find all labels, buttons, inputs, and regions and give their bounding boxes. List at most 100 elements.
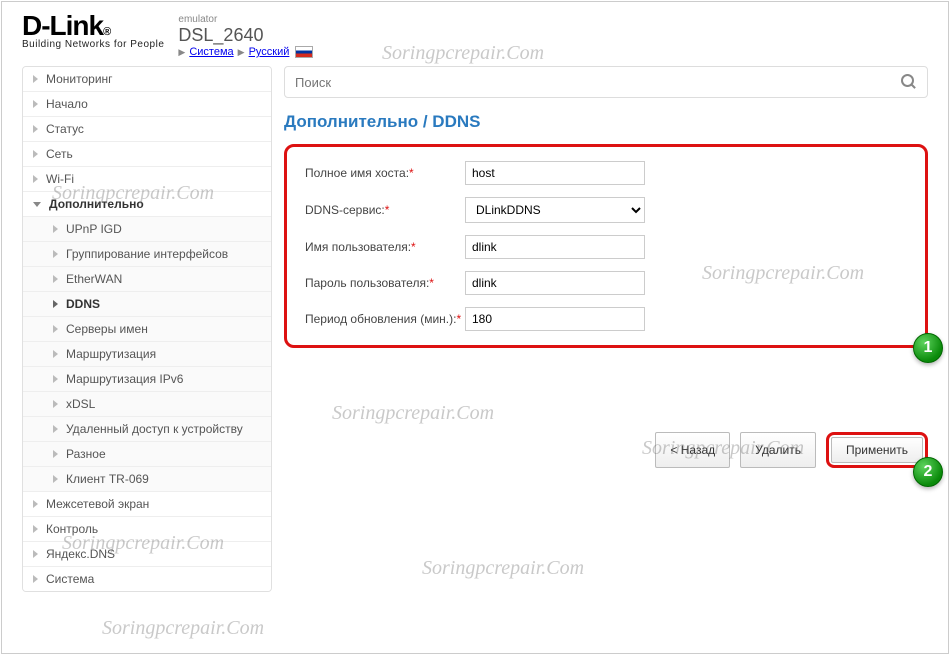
chevron-icon: [33, 75, 38, 83]
sidebar-item-label: Клиент TR-069: [66, 472, 149, 486]
sidebar-subitem[interactable]: Разное: [23, 442, 271, 467]
hostname-label: Полное имя хоста:*: [305, 166, 465, 180]
chevron-icon: [33, 525, 38, 533]
chevron-right-icon: ▶: [178, 47, 185, 58]
delete-button[interactable]: Удалить: [740, 432, 816, 468]
sidebar-item-label: Яндекс.DNS: [46, 547, 115, 561]
password-label: Пароль пользователя:*: [305, 276, 465, 290]
breadcrumb-system[interactable]: Система: [189, 46, 233, 58]
watermark: Soringpcrepair.Com: [102, 617, 264, 640]
sidebar-item-label: Мониторинг: [46, 72, 113, 86]
emulator-label: emulator: [178, 14, 313, 25]
sidebar-item-label: Серверы имен: [66, 322, 148, 336]
chevron-icon: [53, 475, 58, 483]
sidebar-item[interactable]: Сеть: [23, 142, 271, 167]
sidebar-item[interactable]: Контроль: [23, 517, 271, 542]
chevron-icon: [53, 425, 58, 433]
sidebar-item[interactable]: Яндекс.DNS: [23, 542, 271, 567]
apply-button[interactable]: Применить: [831, 437, 923, 463]
search-icon[interactable]: [901, 74, 917, 90]
chevron-icon: [53, 350, 58, 358]
sidebar-item-label: UPnP IGD: [66, 222, 122, 236]
chevron-icon: [33, 500, 38, 508]
chevron-icon: [53, 450, 58, 458]
period-label: Период обновления (мин.):*: [305, 312, 465, 326]
chevron-icon: [53, 300, 58, 308]
page-title: Дополнительно / DDNS: [284, 112, 928, 132]
hostname-input[interactable]: [465, 161, 645, 185]
sidebar-item-label: Удаленный доступ к устройству: [66, 422, 243, 436]
sidebar-item-label: Система: [46, 572, 94, 586]
sidebar-subitem[interactable]: EtherWAN: [23, 267, 271, 292]
sidebar-subitem[interactable]: Клиент TR-069: [23, 467, 271, 492]
nav-menu: Мониторинг Начало Статус Сеть Wi-Fi Дополните…: [22, 66, 272, 592]
sidebar-item-label: Сеть: [46, 147, 73, 161]
sidebar-item-label: Группирование интерфейсов: [66, 247, 228, 261]
breadcrumb: ▶ Система ▶ Русский: [178, 46, 313, 58]
chevron-icon: [33, 150, 38, 158]
search-box[interactable]: [284, 66, 928, 98]
chevron-icon: [33, 202, 41, 207]
sidebar-subitem[interactable]: Маршрутизация IPv6: [23, 367, 271, 392]
chevron-right-icon: ▶: [238, 47, 245, 58]
sidebar-item-label: Wi-Fi: [46, 172, 74, 186]
password-input[interactable]: [465, 271, 645, 295]
sidebar-item-label: Маршрутизация IPv6: [66, 372, 183, 386]
button-bar: < Назад Удалить Применить 2: [284, 432, 928, 468]
sidebar-item[interactable]: Межсетевой экран: [23, 492, 271, 517]
flag-russia-icon: [295, 46, 313, 58]
chevron-icon: [53, 400, 58, 408]
chevron-icon: [33, 175, 38, 183]
sidebar-item-label: Дополнительно: [49, 197, 144, 211]
apply-highlight: Применить 2: [826, 432, 928, 468]
sidebar-subitem[interactable]: DDNS: [23, 292, 271, 317]
back-button[interactable]: < Назад: [655, 432, 730, 468]
chevron-icon: [53, 375, 58, 383]
sidebar-item[interactable]: Начало: [23, 92, 271, 117]
chevron-icon: [33, 125, 38, 133]
sidebar-subitem[interactable]: UPnP IGD: [23, 217, 271, 242]
sidebar-item[interactable]: Дополнительно: [23, 192, 271, 217]
chevron-icon: [53, 325, 58, 333]
username-label: Имя пользователя:*: [305, 240, 465, 254]
sidebar-item[interactable]: Wi-Fi: [23, 167, 271, 192]
chevron-icon: [53, 275, 58, 283]
sidebar-subitem[interactable]: Серверы имен: [23, 317, 271, 342]
sidebar-item-label: Начало: [46, 97, 88, 111]
sidebar-item-label: Статус: [46, 122, 84, 136]
sidebar-item-label: Контроль: [46, 522, 98, 536]
sidebar-subitem[interactable]: xDSL: [23, 392, 271, 417]
logo-brand: D-Link®: [22, 12, 164, 40]
logo-tagline: Building Networks for People: [22, 39, 164, 50]
breadcrumb-language[interactable]: Русский: [249, 46, 290, 58]
sidebar: Мониторинг Начало Статус Сеть Wi-Fi Дополните…: [22, 66, 272, 592]
callout-1: 1: [913, 333, 943, 363]
sidebar-item-label: Разное: [66, 447, 106, 461]
callout-2: 2: [913, 457, 943, 487]
sidebar-item[interactable]: Система: [23, 567, 271, 591]
sidebar-subitem[interactable]: Маршрутизация: [23, 342, 271, 367]
username-input[interactable]: [465, 235, 645, 259]
sidebar-item-label: Межсетевой экран: [46, 497, 149, 511]
sidebar-item-label: Маршрутизация: [66, 347, 156, 361]
sidebar-item[interactable]: Мониторинг: [23, 67, 271, 92]
header: D-Link® Building Networks for People emu…: [22, 12, 928, 58]
service-select[interactable]: DLinkDDNS: [465, 197, 645, 223]
search-input[interactable]: [295, 75, 901, 90]
service-label: DDNS-сервис:*: [305, 203, 465, 217]
period-input[interactable]: [465, 307, 645, 331]
sidebar-subitem[interactable]: Группирование интерфейсов: [23, 242, 271, 267]
chevron-icon: [33, 575, 38, 583]
chevron-icon: [33, 100, 38, 108]
chevron-icon: [53, 225, 58, 233]
sidebar-subitem[interactable]: Удаленный доступ к устройству: [23, 417, 271, 442]
main-panel: Дополнительно / DDNS Полное имя хоста:* …: [284, 66, 928, 592]
chevron-icon: [33, 550, 38, 558]
logo-text: D-Link: [22, 12, 103, 40]
ddns-form: Полное имя хоста:* DDNS-сервис:* DLinkDD…: [284, 144, 928, 348]
chevron-icon: [53, 250, 58, 258]
device-model: DSL_2640: [178, 25, 313, 46]
logo: D-Link® Building Networks for People: [22, 12, 164, 50]
model-block: emulator DSL_2640 ▶ Система ▶ Русский: [178, 12, 313, 58]
sidebar-item[interactable]: Статус: [23, 117, 271, 142]
